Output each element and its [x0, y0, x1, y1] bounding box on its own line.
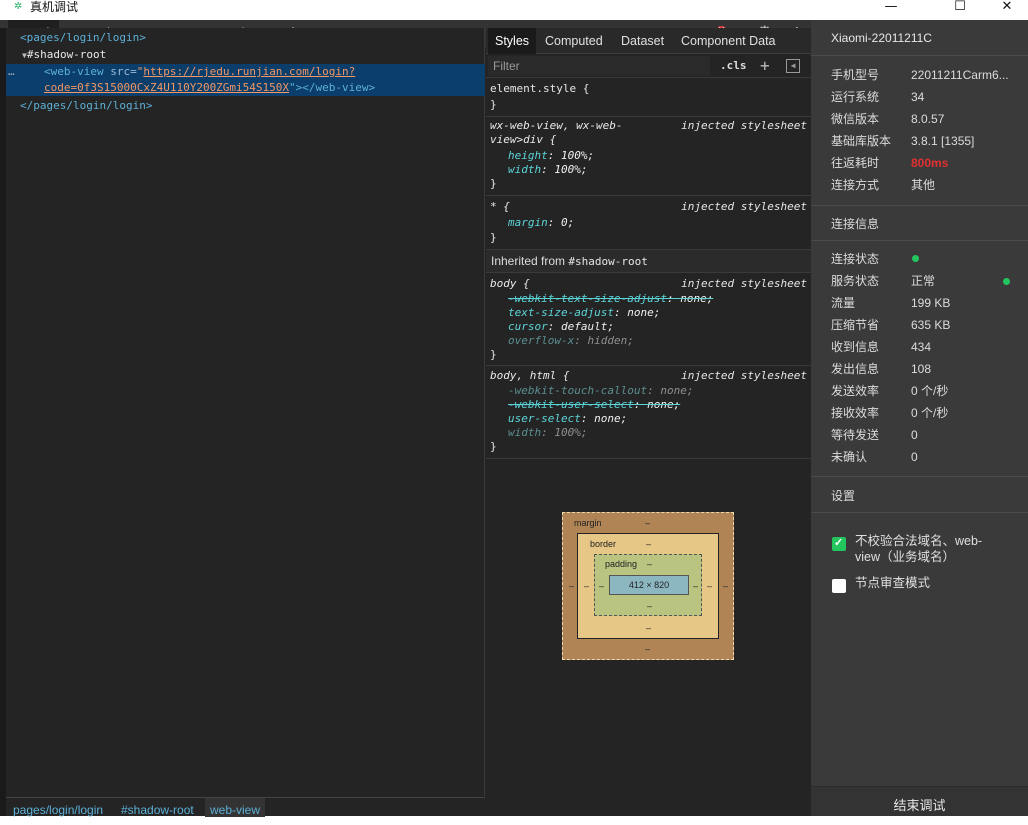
- styles-filter-input[interactable]: [488, 56, 710, 76]
- tab-component-data[interactable]: Component Data: [681, 28, 776, 54]
- stylesheet-source[interactable]: injected stylesheet: [681, 369, 807, 383]
- web-view-src-link[interactable]: https://rjedu.runjian.com/login?: [143, 65, 355, 78]
- info-row: 运行系统 34: [831, 90, 925, 104]
- end-debug-button[interactable]: 结束调试: [811, 786, 1028, 816]
- toggle-sidebar-icon[interactable]: ◀: [786, 59, 800, 73]
- style-property-overridden[interactable]: -webkit-text-size-adjust: none;: [508, 292, 713, 306]
- info-row: 微信版本 8.0.57: [831, 112, 945, 126]
- device-name: Xiaomi-22011211C: [831, 31, 932, 45]
- conn-row-status: 连接状态: [831, 249, 1028, 269]
- breadcrumb: pages/login/login #shadow-root web-view: [6, 797, 485, 817]
- tree-node-web-view[interactable]: … <web-view src="https://rjedu.runjian.c…: [6, 64, 485, 96]
- rule-body: body { injected stylesheet -webkit-text-…: [486, 273, 811, 366]
- check-icon: ✓: [834, 537, 844, 549]
- maximize-button[interactable]: ☐: [937, 0, 983, 20]
- box-model-border: border – – – – padding – – – – 412 × 820: [577, 533, 719, 639]
- rule-web-view: wx-web-view, wx-web- injected stylesheet…: [486, 117, 811, 196]
- status-ok-dot: [912, 255, 919, 262]
- info-row-latency: 往返耗时 800ms: [831, 156, 949, 170]
- close-button[interactable]: ✕: [984, 0, 1028, 20]
- add-rule-button[interactable]: +: [760, 54, 770, 78]
- info-row: 连接方式 其他: [831, 178, 936, 192]
- style-property-inactive[interactable]: overflow-x: hidden;: [508, 334, 634, 348]
- settings-title: 设置: [831, 489, 856, 503]
- node-inspect-label[interactable]: 节点审查模式: [855, 575, 1005, 591]
- stylesheet-source[interactable]: injected stylesheet: [681, 277, 807, 291]
- filter-bar: .cls + ◀: [486, 54, 811, 78]
- rule-body-html: body, html { injected stylesheet -webkit…: [486, 366, 811, 459]
- style-property[interactable]: user-select: none;: [508, 412, 627, 426]
- rule-universal: * { injected stylesheet margin: 0; }: [486, 196, 811, 250]
- box-model-padding: padding – – – – 412 × 820: [594, 554, 702, 616]
- conn-row: 压缩节省 635 KB: [831, 318, 951, 332]
- style-property[interactable]: width: 100%;: [508, 163, 588, 177]
- tree-node-page-close[interactable]: </pages/login/login>: [6, 98, 485, 114]
- web-view-src-link-cont[interactable]: code=0f3S15000CxZ4U110Y200ZGmi54S150X: [44, 81, 289, 94]
- minimize-button[interactable]: —: [868, 0, 914, 20]
- skip-domain-check-label[interactable]: 不校验合法域名、web-view（业务域名）: [855, 533, 1005, 565]
- cls-button[interactable]: .cls: [720, 54, 747, 78]
- conn-row: 收到信息 434: [831, 340, 932, 354]
- breadcrumb-web-view[interactable]: web-view: [205, 798, 266, 817]
- skip-domain-check-checkbox[interactable]: ✓: [832, 537, 846, 551]
- conn-row-service: 服务状态 正常: [831, 271, 1028, 291]
- window-title: 真机调试: [30, 0, 79, 14]
- style-property[interactable]: margin: 0;: [508, 216, 574, 230]
- box-model-content: 412 × 820: [609, 575, 689, 595]
- style-property[interactable]: cursor: default;: [508, 320, 614, 334]
- stylesheet-source[interactable]: injected stylesheet: [681, 119, 807, 133]
- tab-computed[interactable]: Computed: [545, 28, 603, 54]
- connection-title: 连接信息: [831, 217, 880, 231]
- tree-node-page[interactable]: <pages/login/login>: [6, 30, 485, 46]
- tree-node-shadow-root[interactable]: ▼#shadow-root: [6, 47, 485, 63]
- inherited-source-link[interactable]: #shadow-root: [568, 255, 647, 268]
- conn-row: 流量 199 KB: [831, 296, 951, 310]
- info-row: 手机型号 22011211Carm6...: [831, 68, 1009, 82]
- tab-dataset[interactable]: Dataset: [621, 28, 664, 54]
- style-property[interactable]: height: 100%;: [508, 149, 594, 163]
- tab-styles[interactable]: Styles: [488, 28, 537, 54]
- style-property[interactable]: text-size-adjust: none;: [508, 306, 660, 320]
- conn-row: 接收效率 0 个/秒: [831, 406, 949, 420]
- conn-row: 未确认 0: [831, 450, 918, 464]
- title-bar: ✲ 真机调试 — ☐ ✕: [0, 0, 1028, 20]
- box-model: margin – – – – border – – – – padding – …: [562, 512, 734, 660]
- style-property-overridden[interactable]: -webkit-user-select: none;: [508, 398, 680, 412]
- breadcrumb-page[interactable]: pages/login/login: [8, 798, 108, 817]
- inherited-header: Inherited from #shadow-root: [486, 250, 811, 273]
- app-logo-icon: ✲: [14, 1, 23, 12]
- wxml-tree: <pages/login/login> ▼#shadow-root … <web…: [6, 28, 485, 796]
- style-property-inactive[interactable]: width: 100%;: [508, 426, 588, 440]
- stylesheet-source[interactable]: injected stylesheet: [681, 200, 807, 214]
- device-panel: Xiaomi-22011211C 手机型号 22011211Carm6... 运行…: [811, 20, 1028, 816]
- node-inspect-checkbox[interactable]: [832, 579, 846, 593]
- rule-element-style: element.style { }: [486, 79, 811, 117]
- breadcrumb-shadow-root[interactable]: #shadow-root: [116, 798, 199, 817]
- ellipsis-icon[interactable]: …: [8, 64, 15, 80]
- style-property-inactive[interactable]: -webkit-touch-callout: none;: [508, 384, 693, 398]
- conn-row: 发送效率 0 个/秒: [831, 384, 949, 398]
- styles-pane: Styles Computed Dataset Component Data .…: [486, 28, 811, 796]
- conn-row: 等待发送 0: [831, 428, 918, 442]
- info-row: 基础库版本 3.8.1 [1355]: [831, 134, 975, 148]
- styles-tabbar: Styles Computed Dataset Component Data: [486, 28, 811, 54]
- conn-row: 发出信息 108: [831, 362, 932, 376]
- service-ok-dot: [1003, 278, 1010, 285]
